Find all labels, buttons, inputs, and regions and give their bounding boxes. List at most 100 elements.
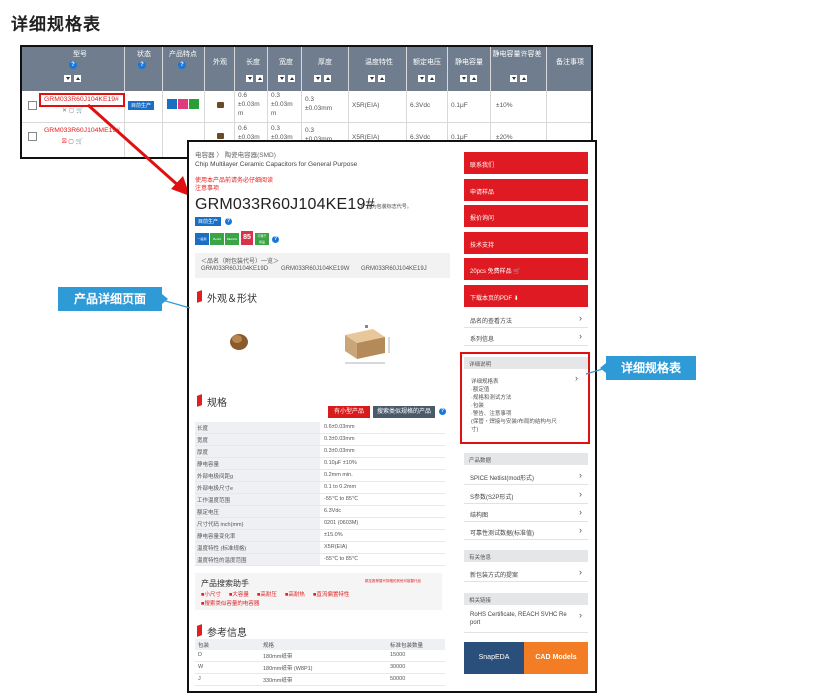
spec-value: ±15.0% bbox=[324, 532, 343, 538]
sort-desc-icon[interactable] bbox=[510, 75, 517, 82]
search-helper-link[interactable]: ■小尺寸 bbox=[201, 590, 221, 598]
sort-desc-icon[interactable] bbox=[314, 75, 321, 82]
part-number-title: GRM033R60J104KE19# bbox=[195, 196, 375, 213]
sort-desc-icon[interactable] bbox=[278, 75, 285, 82]
th-width: 宽度 bbox=[279, 59, 293, 66]
ref-header-cell: 规格 bbox=[263, 643, 275, 649]
spec-key: 工作温度范围 bbox=[197, 498, 231, 504]
sort-desc-icon[interactable] bbox=[64, 75, 71, 82]
reach-badge bbox=[189, 99, 199, 109]
specs-title: 规格 bbox=[207, 398, 227, 409]
temp-85-badge: 85 bbox=[241, 231, 253, 245]
search-helper-link[interactable]: ■直流偏置特性 bbox=[313, 590, 349, 598]
search-helper-note[interactable]: 跳至推荐替代规格的其他可能替代品 bbox=[365, 579, 421, 584]
spec-row: 温度特性的温度范围 -55℃ to 85℃ bbox=[195, 554, 445, 566]
chip-photo bbox=[230, 334, 248, 350]
help-icon[interactable]: ? bbox=[138, 61, 146, 69]
free-sample-button[interactable]: 20pcs 免费样品 🛒 bbox=[464, 258, 588, 280]
search-helper-link[interactable]: ■高耐压 bbox=[257, 590, 277, 598]
alias-item[interactable]: GRM033R60J104KE19D bbox=[201, 266, 268, 272]
tool-icon[interactable]: ✕ ▢ 🛒 bbox=[62, 107, 84, 114]
spec-key: 额定电压 bbox=[197, 510, 220, 516]
naming-guide-link[interactable]: 品名的查看方法 › bbox=[464, 310, 588, 328]
callout-pointer bbox=[162, 299, 191, 309]
spec-value: 0.1 to 0.2mm bbox=[324, 484, 357, 490]
page-title: 详细规格表 bbox=[11, 15, 101, 34]
section-label: 相关链接 bbox=[469, 598, 492, 604]
spec-key: 外部电极尺寸e bbox=[197, 486, 234, 492]
spec-row: 静电容量变化率 ±15.0% bbox=[195, 530, 445, 542]
s-param-link[interactable]: S参数(S2P形式) › bbox=[464, 486, 588, 504]
reliability-link[interactable]: 可靠性测试数据(标准值) › bbox=[464, 522, 588, 540]
search-helper-link[interactable]: ■大容量 bbox=[229, 590, 249, 598]
alias-title: ＜品名（附包装代号）一览＞ bbox=[201, 259, 280, 265]
download-pdf-button[interactable]: 下载本页的PDF ⬇ bbox=[464, 285, 588, 307]
link-label: RoHS Certificate, REACH SVHC Re bbox=[470, 612, 567, 618]
general-use-badge: 一般用 bbox=[195, 233, 209, 245]
cell-width: 0.3 ±0.03m m bbox=[271, 92, 293, 117]
sort-asc-icon[interactable] bbox=[428, 75, 435, 82]
tool-icon[interactable]: ⛝ ▢ 🛒 bbox=[62, 138, 83, 146]
spec-row: 外部电极间距g 0.2mm min. bbox=[195, 470, 445, 482]
alias-item[interactable]: GRM033R60J104KE19W bbox=[281, 266, 349, 272]
help-icon[interactable]: ? bbox=[439, 408, 446, 415]
highlight-box bbox=[39, 93, 125, 107]
quote-button[interactable]: 报价询问 bbox=[464, 205, 588, 227]
sort-desc-icon[interactable] bbox=[418, 75, 425, 82]
row-checkbox[interactable] bbox=[28, 132, 37, 141]
product-subtitle: Chip Multilayer Ceramic Capacitors for G… bbox=[195, 161, 358, 168]
dimension-diagram bbox=[345, 325, 390, 364]
row-checkbox[interactable] bbox=[28, 101, 37, 110]
sort-asc-icon[interactable] bbox=[378, 75, 385, 82]
part-number-link[interactable]: GRM033R60J104ME19# bbox=[44, 127, 120, 134]
small-product-button[interactable]: 有小型产品 bbox=[328, 406, 370, 418]
sort-desc-icon[interactable] bbox=[460, 75, 467, 82]
search-helper-link[interactable]: ■高耐热 bbox=[285, 590, 305, 598]
sort-asc-icon[interactable] bbox=[288, 75, 295, 82]
sort-asc-icon[interactable] bbox=[324, 75, 331, 82]
status-badge: 目前生产 bbox=[128, 101, 155, 110]
breadcrumb[interactable]: 电容器 〉 陶瓷电容器(SMD) bbox=[195, 149, 276, 159]
reference-header: 包装 规格 标准包装数量 bbox=[195, 639, 445, 650]
snapeda-button[interactable]: SnapEDA bbox=[464, 642, 524, 674]
help-icon[interactable]: ? bbox=[225, 218, 232, 225]
cad-models-button[interactable]: CAD Models bbox=[524, 642, 588, 674]
spec-row: 工作温度范围 -55℃ to 85℃ bbox=[195, 494, 445, 506]
tech-support-button[interactable]: 技术支持 bbox=[464, 232, 588, 254]
th-thickness: 厚度 bbox=[318, 59, 332, 66]
sort-asc-icon[interactable] bbox=[470, 75, 477, 82]
ref-row: D 180mm纸带 15000 bbox=[195, 650, 445, 662]
sort-desc-icon[interactable] bbox=[368, 75, 375, 82]
series-info-link[interactable]: 系列信息 › bbox=[464, 328, 588, 346]
caution-link[interactable]: 注意事项 bbox=[195, 183, 219, 192]
spec-key: 宽度 bbox=[197, 438, 209, 444]
sort-asc-icon[interactable] bbox=[256, 75, 263, 82]
spec-value: 0.2mm min. bbox=[324, 472, 353, 478]
chevron-right-icon: › bbox=[579, 507, 582, 517]
rohs-badge bbox=[178, 99, 188, 109]
spec-key: 静电容量 bbox=[197, 462, 220, 468]
search-similar-button[interactable]: 搜索类似规格的产品 bbox=[373, 406, 435, 418]
th-appearance: 外观 bbox=[213, 59, 227, 66]
help-icon[interactable]: ? bbox=[69, 61, 77, 69]
alias-item[interactable]: GRM033R60J104KE19J bbox=[361, 266, 427, 272]
rohs-certificate-link[interactable]: RoHS Certificate, REACH SVHC Re port › bbox=[464, 607, 588, 633]
callout-product-page: 产品详细页面 bbox=[58, 287, 168, 311]
spice-netlist-link[interactable]: SPICE Netlist(mod形式) › bbox=[464, 467, 588, 485]
ref-cell: 330mm纸带 bbox=[263, 678, 293, 684]
structure-link[interactable]: 结构图 › bbox=[464, 504, 588, 522]
new-packaging-link[interactable]: 新包装方式的提案 › bbox=[464, 564, 588, 582]
spec-value: -55℃ to 85℃ bbox=[324, 556, 359, 562]
help-icon[interactable]: ? bbox=[178, 61, 186, 69]
contact-button[interactable]: 联系我们 bbox=[464, 152, 588, 174]
search-helper-link[interactable]: ■搜索类似容量的电容器 bbox=[201, 599, 259, 607]
spec-list: 长度 0.6±0.03mm 宽度 0.3±0.03mm 厚度 0.3±0.03mm 静电容量… bbox=[195, 422, 445, 568]
sort-asc-icon[interactable] bbox=[74, 75, 81, 82]
request-sample-button[interactable]: 申请样品 bbox=[464, 179, 588, 201]
section-marker bbox=[197, 290, 202, 303]
sort-asc-icon[interactable] bbox=[520, 75, 527, 82]
help-icon[interactable]: ? bbox=[272, 236, 279, 243]
rohs-badge: RoHS bbox=[210, 233, 224, 245]
sort-desc-icon[interactable] bbox=[246, 75, 253, 82]
search-helper: 产品搜索助手 跳至推荐替代规格的其他可能替代品 ■小尺寸 ■大容量 ■高耐压 ■… bbox=[195, 573, 442, 610]
